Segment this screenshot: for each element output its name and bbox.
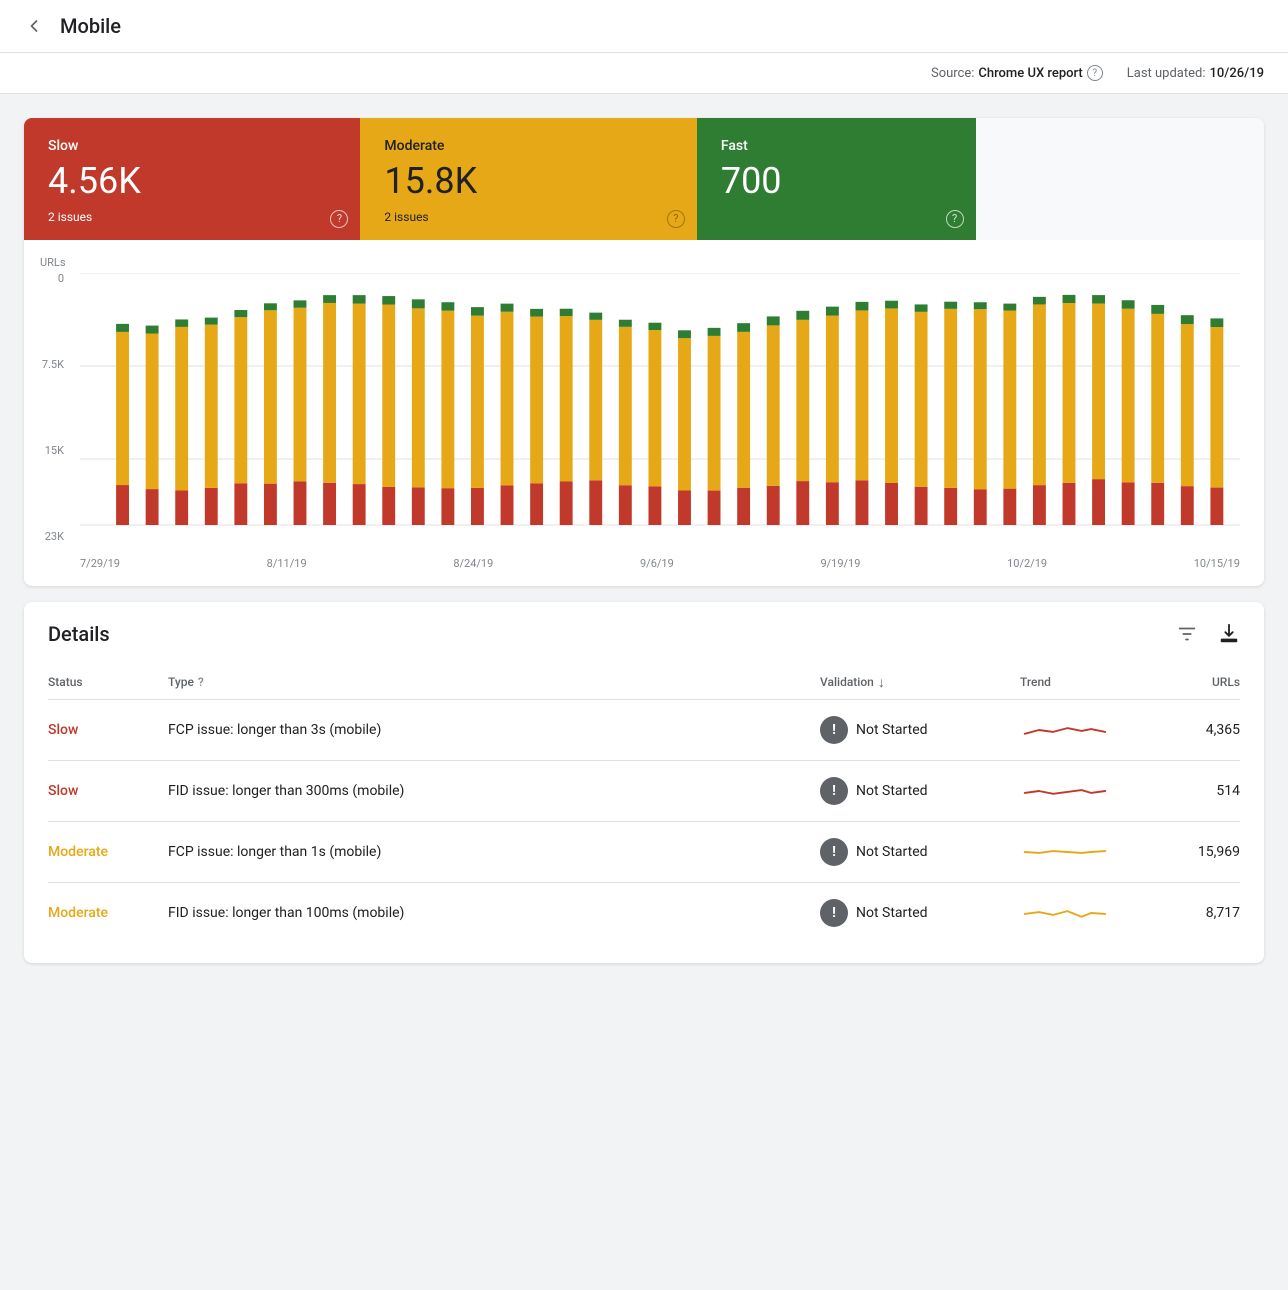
y-tick-1: 15K xyxy=(45,445,64,456)
trend-sparkline xyxy=(1020,777,1110,805)
status-cell: Slow xyxy=(48,783,168,799)
col-urls: URLs xyxy=(1160,675,1240,689)
tile-fast: Fast 700 ? xyxy=(697,118,976,240)
source-label: Source: Chrome UX report ? xyxy=(931,65,1103,81)
not-started-icon: ! xyxy=(820,838,848,866)
y-tick-2: 7.5K xyxy=(42,359,64,370)
type-cell: FCP issue: longer than 1s (mobile) xyxy=(168,844,820,860)
tile-fast-help-icon[interactable]: ? xyxy=(946,210,964,228)
status-cell: Moderate xyxy=(48,905,168,921)
sort-arrow-icon: ↓ xyxy=(878,674,885,691)
urls-cell: 8,717 xyxy=(1160,905,1240,921)
tile-slow-label: Slow xyxy=(48,138,336,154)
details-actions xyxy=(1176,623,1240,645)
type-cell: FCP issue: longer than 3s (mobile) xyxy=(168,722,820,738)
updated-value: 10/26/19 xyxy=(1210,66,1264,81)
x-tick-2: 8/24/19 xyxy=(453,557,493,570)
trend-cell xyxy=(1020,716,1160,744)
urls-cell: 15,969 xyxy=(1160,844,1240,860)
source-help-icon[interactable]: ? xyxy=(1087,65,1103,81)
trend-cell xyxy=(1020,838,1160,866)
tile-moderate-help-icon[interactable]: ? xyxy=(667,210,685,228)
col-validation[interactable]: Validation ↓ xyxy=(820,674,1020,691)
not-started-text: Not Started xyxy=(856,844,928,860)
urls-cell: 514 xyxy=(1160,783,1240,799)
col-type: Type ? xyxy=(168,675,820,689)
source-name: Chrome UX report xyxy=(978,66,1082,81)
y-axis: 23K 15K 7.5K 0 xyxy=(40,273,72,570)
trend-cell xyxy=(1020,899,1160,927)
header: Mobile xyxy=(0,0,1288,53)
validation-cell: ! Not Started xyxy=(820,899,1020,927)
not-started-text: Not Started xyxy=(856,722,928,738)
chart-area: 7/29/19 8/11/19 8/24/19 9/6/19 9/19/19 1… xyxy=(80,273,1240,570)
download-icon[interactable] xyxy=(1218,623,1240,645)
details-header: Details xyxy=(48,622,1240,646)
type-help-icon[interactable]: ? xyxy=(198,675,204,689)
y-tick-3: 0 xyxy=(58,273,64,284)
validation-cell: ! Not Started xyxy=(820,716,1020,744)
table-row: Moderate FCP issue: longer than 1s (mobi… xyxy=(48,822,1240,883)
chart-wrap: 23K 15K 7.5K 0 xyxy=(40,273,1240,570)
not-started-text: Not Started xyxy=(856,905,928,921)
type-cell: FID issue: longer than 300ms (mobile) xyxy=(168,783,820,799)
tile-moderate-issues: 2 issues xyxy=(384,210,672,224)
tile-moderate-value: 15.8K xyxy=(384,162,672,202)
tile-moderate-label: Moderate xyxy=(384,138,672,154)
x-tick-5: 10/2/19 xyxy=(1007,557,1047,570)
trend-cell xyxy=(1020,777,1160,805)
urls-cell: 4,365 xyxy=(1160,722,1240,738)
status-cell: Moderate xyxy=(48,844,168,860)
table-row: Moderate FID issue: longer than 100ms (m… xyxy=(48,883,1240,943)
trend-sparkline xyxy=(1020,838,1110,866)
not-started-icon: ! xyxy=(820,899,848,927)
tile-slow-value: 4.56K xyxy=(48,162,336,202)
col-trend: Trend xyxy=(1020,675,1160,689)
updated-prefix: Last updated: xyxy=(1127,66,1206,81)
status-tiles: Slow 4.56K 2 issues ? Moderate 15.8K 2 i… xyxy=(24,118,1264,240)
chart-card: Slow 4.56K 2 issues ? Moderate 15.8K 2 i… xyxy=(24,118,1264,586)
tile-slow-help-icon[interactable]: ? xyxy=(330,210,348,228)
page: Mobile Source: Chrome UX report ? Last u… xyxy=(0,0,1288,1290)
chart-svg xyxy=(80,273,1240,553)
x-tick-6: 10/15/19 xyxy=(1194,557,1240,570)
tile-slow: Slow 4.56K 2 issues ? xyxy=(24,118,360,240)
x-tick-3: 9/6/19 xyxy=(640,557,674,570)
back-button[interactable] xyxy=(24,16,44,36)
trend-sparkline xyxy=(1020,899,1110,927)
type-cell: FID issue: longer than 100ms (mobile) xyxy=(168,905,820,921)
not-started-icon: ! xyxy=(820,777,848,805)
col-status: Status xyxy=(48,675,168,689)
table-row: Slow FCP issue: longer than 3s (mobile) … xyxy=(48,700,1240,761)
updated-label: Last updated: 10/26/19 xyxy=(1127,66,1264,81)
main-content: Slow 4.56K 2 issues ? Moderate 15.8K 2 i… xyxy=(0,94,1288,987)
tile-fast-value: 700 xyxy=(721,162,952,202)
y-tick-0: 23K xyxy=(45,531,64,542)
chart-container: URLs 23K 15K 7.5K 0 xyxy=(24,240,1264,586)
page-title: Mobile xyxy=(60,14,121,38)
tile-spacer xyxy=(976,118,1264,240)
tile-slow-issues: 2 issues xyxy=(48,210,336,224)
chart-y-label: URLs xyxy=(40,256,1240,269)
x-tick-1: 8/11/19 xyxy=(267,557,307,570)
validation-cell: ! Not Started xyxy=(820,777,1020,805)
table-rows: Slow FCP issue: longer than 3s (mobile) … xyxy=(48,700,1240,943)
tile-moderate: Moderate 15.8K 2 issues ? xyxy=(360,118,696,240)
not-started-icon: ! xyxy=(820,716,848,744)
table-header: Status Type ? Validation ↓ Trend URLs xyxy=(48,666,1240,700)
tile-fast-label: Fast xyxy=(721,138,952,154)
table-row: Slow FID issue: longer than 300ms (mobil… xyxy=(48,761,1240,822)
validation-cell: ! Not Started xyxy=(820,838,1020,866)
details-card: Details xyxy=(24,602,1264,963)
source-bar: Source: Chrome UX report ? Last updated:… xyxy=(0,53,1288,94)
source-prefix: Source: xyxy=(931,66,974,81)
x-tick-4: 9/19/19 xyxy=(820,557,860,570)
trend-sparkline xyxy=(1020,716,1110,744)
x-axis: 7/29/19 8/11/19 8/24/19 9/6/19 9/19/19 1… xyxy=(80,557,1240,570)
details-title: Details xyxy=(48,622,110,646)
status-cell: Slow xyxy=(48,722,168,738)
x-tick-0: 7/29/19 xyxy=(80,557,120,570)
not-started-text: Not Started xyxy=(856,783,928,799)
filter-icon[interactable] xyxy=(1176,623,1198,645)
